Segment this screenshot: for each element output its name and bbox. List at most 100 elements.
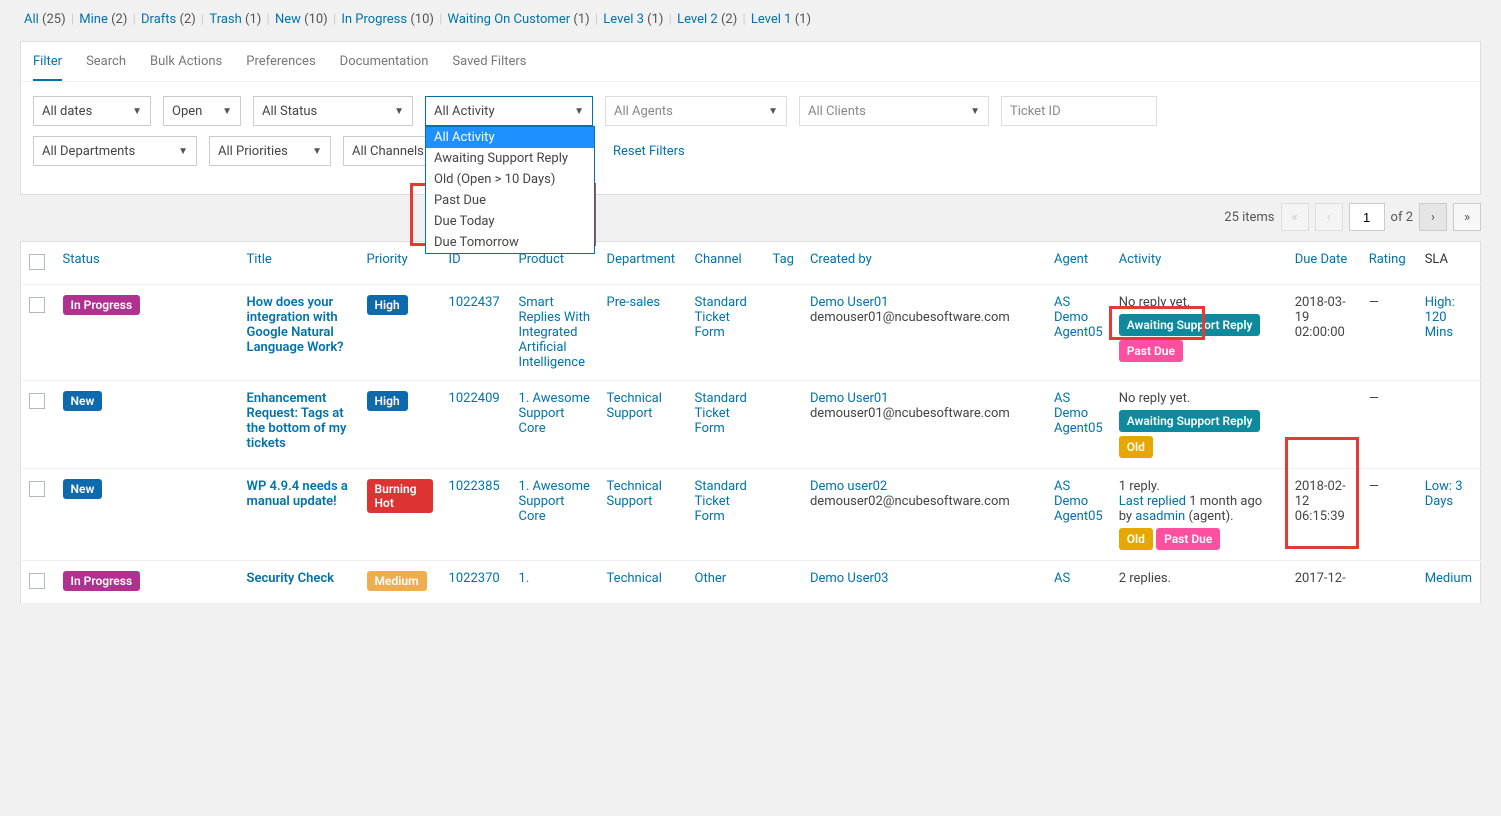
- ticket-id-link[interactable]: 1022437: [449, 295, 500, 310]
- row-checkbox[interactable]: [29, 573, 45, 589]
- agent-link[interactable]: AS: [1054, 571, 1070, 586]
- ticket-id-link[interactable]: 1022370: [449, 571, 500, 586]
- col-status[interactable]: Status: [55, 242, 239, 285]
- pager-prev-button[interactable]: ‹: [1315, 203, 1343, 231]
- caret-icon: ▼: [222, 106, 232, 117]
- filter-status[interactable]: All Status▼: [253, 96, 413, 126]
- pager-last-button[interactable]: »: [1453, 203, 1481, 231]
- activity-badge: Old: [1119, 436, 1153, 458]
- filter-chan-label: All Channels: [352, 144, 424, 159]
- status-tab-level-3[interactable]: Level 3 (1): [603, 12, 663, 27]
- created-by-email: demouser01@ncubesoftware.com: [810, 406, 1038, 421]
- status-tab-mine[interactable]: Mine (2): [79, 12, 127, 27]
- tab-saved-filters[interactable]: Saved Filters: [452, 42, 526, 81]
- pager-next-button[interactable]: ›: [1419, 203, 1447, 231]
- activity-text: No reply yet.: [1119, 295, 1279, 310]
- caret-icon: ▼: [970, 106, 980, 117]
- row-checkbox[interactable]: [29, 393, 45, 409]
- tab-documentation[interactable]: Documentation: [340, 42, 429, 81]
- filter-activity-dropdown: All ActivityAwaiting Support ReplyOld (O…: [425, 126, 595, 254]
- status-tab-all[interactable]: All (25): [24, 12, 66, 27]
- sla-link[interactable]: High: 120 Mins: [1425, 295, 1455, 340]
- agent-link[interactable]: AS Demo Agent05: [1054, 295, 1103, 340]
- channel-link[interactable]: Standard Ticket Form: [695, 479, 747, 524]
- created-by-link[interactable]: Demo user02: [810, 479, 1038, 494]
- status-tab-new[interactable]: New (10): [275, 12, 328, 27]
- filter-clients[interactable]: All Clients▼: [799, 96, 989, 126]
- agent-link[interactable]: AS Demo Agent05: [1054, 391, 1103, 436]
- filter-ticket-id-placeholder: Ticket ID: [1010, 104, 1061, 119]
- product-link[interactable]: 1. Awesome Support Core: [519, 391, 590, 436]
- col-title[interactable]: Title: [239, 242, 359, 285]
- department-link[interactable]: Pre-sales: [607, 295, 661, 310]
- filter-departments[interactable]: All Departments▼: [33, 136, 197, 166]
- col-activity[interactable]: Activity: [1111, 242, 1287, 285]
- created-by-link[interactable]: Demo User03: [810, 571, 1038, 586]
- product-link[interactable]: Smart Replies With Integrated Artificial…: [519, 295, 590, 370]
- filter-open[interactable]: Open▼: [163, 96, 241, 126]
- status-tab-drafts[interactable]: Drafts (2): [141, 12, 196, 27]
- product-link[interactable]: 1.: [519, 571, 530, 586]
- agent-link[interactable]: AS Demo Agent05: [1054, 479, 1103, 524]
- filter-dates[interactable]: All dates▼: [33, 96, 151, 126]
- row-checkbox[interactable]: [29, 297, 45, 313]
- created-by-link[interactable]: Demo User01: [810, 391, 1038, 406]
- col-channel[interactable]: Channel: [687, 242, 765, 285]
- department-link[interactable]: Technical Support: [607, 391, 662, 421]
- sla-link[interactable]: Low: 3 Days: [1425, 479, 1463, 509]
- activity-option[interactable]: Past Due: [426, 190, 594, 211]
- tab-filter[interactable]: Filter: [33, 42, 62, 81]
- tab-preferences[interactable]: Preferences: [246, 42, 315, 81]
- ticket-title-link[interactable]: Enhancement Request: Tags at the bottom …: [247, 391, 347, 451]
- department-link[interactable]: Technical: [607, 571, 662, 586]
- activity-option[interactable]: Old (Open > 10 Days): [426, 169, 594, 190]
- ticket-title-link[interactable]: How does your integration with Google Na…: [247, 295, 344, 355]
- activity-option[interactable]: Awaiting Support Reply: [426, 148, 594, 169]
- select-all-checkbox[interactable]: [29, 254, 45, 270]
- status-tab-waiting-on-customer[interactable]: Waiting On Customer (1): [448, 12, 590, 27]
- reset-filters-link[interactable]: Reset Filters: [613, 144, 685, 159]
- row-checkbox[interactable]: [29, 481, 45, 497]
- caret-icon: ▼: [394, 106, 404, 117]
- filter-ticket-id[interactable]: Ticket ID: [1001, 96, 1157, 126]
- activity-option[interactable]: Due Tomorrow: [426, 232, 594, 253]
- product-link[interactable]: 1. Awesome Support Core: [519, 479, 590, 524]
- pager-page-input[interactable]: [1349, 203, 1385, 231]
- ticket-title-link[interactable]: Security Check: [247, 571, 334, 586]
- created-by-link[interactable]: Demo User01: [810, 295, 1038, 310]
- filter-priorities[interactable]: All Priorities▼: [209, 136, 331, 166]
- sla-link[interactable]: Medium: [1425, 571, 1472, 586]
- channel-link[interactable]: Other: [695, 571, 727, 586]
- filter-agents-label: All Agents: [614, 104, 673, 119]
- tab-search[interactable]: Search: [86, 42, 126, 81]
- department-link[interactable]: Technical Support: [607, 479, 662, 509]
- col-rating[interactable]: Rating: [1361, 242, 1417, 285]
- status-tab-trash[interactable]: Trash (1): [209, 12, 261, 27]
- status-tab-level-2[interactable]: Level 2 (2): [677, 12, 737, 27]
- col-department[interactable]: Department: [599, 242, 687, 285]
- filter-prio-label: All Priorities: [218, 144, 288, 159]
- channel-link[interactable]: Standard Ticket Form: [695, 295, 747, 340]
- pager-first-button[interactable]: «: [1281, 203, 1309, 231]
- pagination-bar: 25 items « ‹ of 2 › »: [20, 195, 1481, 241]
- filter-agents[interactable]: All Agents▼: [605, 96, 787, 126]
- status-badge: New: [63, 391, 103, 411]
- status-tab-level-1[interactable]: Level 1 (1): [751, 12, 811, 27]
- ticket-title-link[interactable]: WP 4.9.4 needs a manual update!: [247, 479, 348, 509]
- tab-bulk-actions[interactable]: Bulk Actions: [150, 42, 222, 81]
- priority-badge: High: [367, 391, 408, 411]
- ticket-id-link[interactable]: 1022385: [449, 479, 500, 494]
- filter-dept-label: All Departments: [42, 144, 135, 159]
- activity-option[interactable]: All Activity: [426, 127, 594, 148]
- filter-dates-label: All dates: [42, 104, 92, 119]
- col-due-date[interactable]: Due Date: [1287, 242, 1361, 285]
- status-tab-in-progress[interactable]: In Progress (10): [341, 12, 434, 27]
- priority-badge: High: [367, 295, 408, 315]
- activity-option[interactable]: Due Today: [426, 211, 594, 232]
- ticket-id-link[interactable]: 1022409: [449, 391, 500, 406]
- col-agent[interactable]: Agent: [1046, 242, 1111, 285]
- col-tag[interactable]: Tag: [765, 242, 802, 285]
- filter-activity[interactable]: All Activity▼ All ActivityAwaiting Suppo…: [425, 96, 593, 126]
- channel-link[interactable]: Standard Ticket Form: [695, 391, 747, 436]
- col-created-by[interactable]: Created by: [802, 242, 1046, 285]
